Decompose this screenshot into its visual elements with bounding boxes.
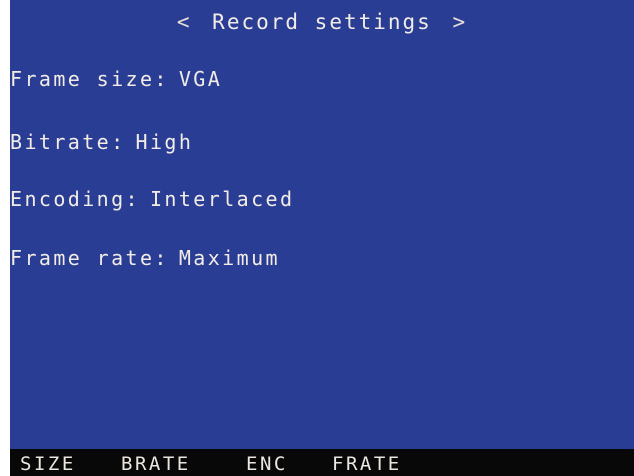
softkey-frame-rate[interactable]: FRATE	[332, 449, 402, 476]
setting-value: High	[135, 130, 194, 154]
setting-bitrate[interactable]: Bitrate: High	[10, 127, 193, 157]
page-title: Record settings	[212, 10, 432, 34]
softkey-size[interactable]: SIZE	[20, 449, 76, 476]
setting-label: Encoding:	[10, 187, 140, 211]
setting-encoding[interactable]: Encoding: Interlaced	[10, 184, 294, 214]
next-page-arrow[interactable]: >	[446, 6, 473, 38]
setting-label: Frame rate:	[10, 246, 169, 270]
softkey-bar: SIZE BRATE ENC FRATE	[10, 449, 634, 476]
setting-frame-size[interactable]: Frame size: VGA	[10, 64, 222, 94]
softkey-bitrate[interactable]: BRATE	[121, 449, 191, 476]
setting-value: Interlaced	[149, 187, 295, 211]
setting-value: Maximum	[178, 246, 280, 270]
softkey-encoding[interactable]: ENC	[246, 449, 288, 476]
setting-label: Bitrate:	[10, 130, 126, 154]
device-screen: < Record settings > Frame size: VGA Bitra…	[10, 0, 634, 476]
header: < Record settings >	[10, 6, 634, 38]
setting-frame-rate[interactable]: Frame rate: Maximum	[10, 243, 280, 273]
setting-value: VGA	[178, 67, 223, 91]
previous-page-arrow[interactable]: <	[171, 6, 198, 38]
setting-label: Frame size:	[10, 67, 169, 91]
